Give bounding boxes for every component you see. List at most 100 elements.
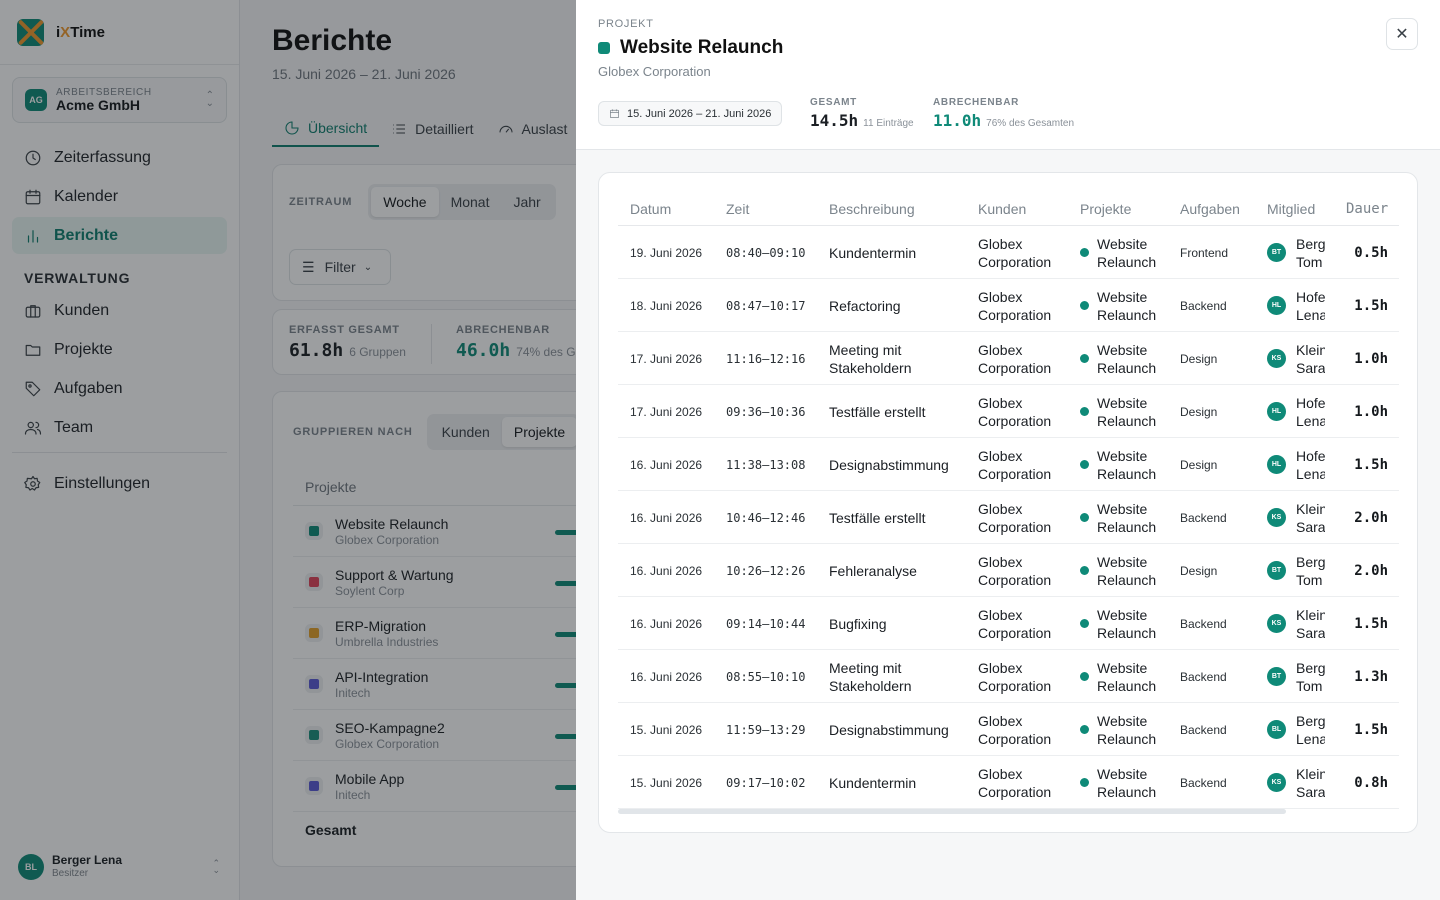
entry-member: KS Klein Sara [1267,491,1325,544]
entry-description: Designabstimmung [829,721,949,738]
table-row[interactable]: 16. Juni 2026 10:26–12:26 Fehleranalyse Glo… [618,544,1399,597]
entry-task: Design [1180,563,1218,578]
avatar: BL [1267,720,1286,739]
table-row[interactable]: 17. Juni 2026 11:16–12:16 Meeting mit Stak… [618,332,1399,385]
table-row[interactable]: 17. Juni 2026 09:36–10:36 Testfälle erstel… [618,385,1399,438]
project-color-dot [1080,778,1089,787]
project-color-dot [1080,725,1089,734]
entry-duration: 1.3h [1354,668,1388,685]
table-row[interactable]: 19. Juni 2026 08:40–09:10 Kundentermin Glob… [618,226,1399,279]
entry-duration: 1.5h [1354,615,1388,632]
avatar: KS [1267,508,1286,527]
entry-task: Design [1180,457,1218,472]
entry-date: 19. Juni 2026 [630,245,703,260]
entry-description: Refactoring [829,297,901,314]
entry-description: Kundentermin [829,774,917,791]
table-row[interactable]: 16. Juni 2026 08:55–10:10 Meeting mit Stak… [618,650,1399,703]
entry-member: BLBerger Lena [1267,703,1325,756]
entry-member: BTBerger Tom [1267,226,1325,279]
entry-member: HLHofer Lena [1267,279,1325,332]
avatar: BT [1267,667,1286,686]
entry-task: Backend [1180,669,1227,684]
entry-date: 17. Juni 2026 [630,351,703,366]
entry-task: Backend [1180,510,1227,525]
entry-task: Design [1180,404,1218,419]
entry-client: Globex Corporation [978,341,1052,376]
entry-duration: 1.5h [1354,297,1388,314]
entry-date: 16. Juni 2026 [630,457,703,472]
entry-project: Website Relaunch [1080,491,1176,544]
project-color-dot [1080,460,1089,469]
entry-task: Frontend [1180,245,1229,260]
project-color-dot [1080,566,1089,575]
col-aufgaben: Aufgaben [1180,201,1240,217]
entry-description: Fehleranalyse [829,562,917,579]
panel-header: PROJEKT Website Relaunch Globex Corporat… [576,0,1440,150]
col-kunden: Kunden [978,201,1027,217]
entry-member: KS Klein Sara [1267,332,1325,385]
entry-description: Testfälle erstellt [829,403,926,420]
entry-time: 11:38–13:08 [726,457,806,472]
entry-duration: 0.5h [1354,244,1388,261]
table-row[interactable]: 15. Juni 2026 09:17–10:02 Kundentermin Glob… [618,756,1399,809]
col-datum: Datum [630,201,672,217]
panel-stat-billable: ABRECHENBAR 11.0h 76% des Gesamten [933,97,1074,130]
panel-title: Website Relaunch [598,37,783,59]
entry-date: 15. Juni 2026 [630,775,703,790]
col-beschreibung: Beschreibung [829,201,915,217]
entry-description: Kundentermin [829,244,917,261]
entry-member: HLHofer Lena [1267,385,1325,438]
entry-time: 08:47–10:17 [726,298,806,313]
panel-title-text: Website Relaunch [620,37,784,58]
date-range-chip: 15. Juni 2026 – 21. Juni 2026 [598,101,783,126]
entry-member: BTBerger Tom [1267,650,1325,703]
entry-description: Testfälle erstellt [829,509,926,526]
avatar: HL [1267,296,1286,315]
entry-project: Website Relaunch [1080,544,1176,597]
table-row[interactable]: 16. Juni 2026 11:38–13:08 Designabstimmung… [618,438,1399,491]
col-projekte: Projekte [1080,201,1132,217]
entry-duration: 0.8h [1354,774,1388,791]
table-row[interactable]: 15. Juni 2026 11:59–13:29 Designabstimmung… [618,703,1399,756]
entry-project: Website Relaunch [1080,438,1176,491]
entry-description: Designabstimmung [829,456,949,473]
entry-client: Globex Corporation [978,606,1052,641]
col-zeit: Zeit [726,201,750,217]
panel-stat-billable-label: ABRECHENBAR [933,97,1020,108]
project-detail-panel: PROJEKT Website Relaunch Globex Corporat… [576,0,1440,900]
project-color-dot [1080,354,1089,363]
entry-client: Globex Corporation [978,659,1052,694]
table-row[interactable]: 16. Juni 2026 09:14–10:44 Bugfixing Globex … [618,597,1399,650]
entry-client: Globex Corporation [978,288,1052,323]
horizontal-scrollbar[interactable] [618,809,1286,814]
entry-duration: 1.0h [1354,350,1388,367]
entry-project: Website Relaunch [1080,597,1176,650]
entry-client: Globex Corporation [978,712,1052,747]
entries-table-header: Datum Zeit Beschreibung Kunden Projekte … [618,188,1399,226]
calendar-icon [610,109,619,118]
entry-time: 09:17–10:02 [726,775,806,790]
date-range-text: 15. Juni 2026 – 21. Juni 2026 [627,107,772,120]
project-color-dot [1080,407,1089,416]
entry-time: 09:36–10:36 [726,404,806,419]
entry-description: Meeting mit Stakeholdern [829,341,912,376]
col-dauer: Dauer [1346,201,1389,217]
entry-time: 10:46–12:46 [726,510,806,525]
entry-task: Design [1180,351,1218,366]
entry-client: Globex Corporation [978,235,1052,270]
avatar: KS [1267,773,1286,792]
avatar: KS [1267,614,1286,633]
panel-stat-total: GESAMT 14.5h 11 Einträge [810,97,914,130]
close-button[interactable]: ✕ [1386,18,1418,50]
table-row[interactable]: 16. Juni 2026 10:46–12:46 Testfälle erstel… [618,491,1399,544]
entry-client: Globex Corporation [978,553,1052,588]
avatar: KS [1267,349,1286,368]
entry-date: 16. Juni 2026 [630,616,703,631]
entry-project: Website Relaunch [1080,703,1176,756]
entry-member: KS Klein Sara [1267,597,1325,650]
panel-stat-total-value: 14.5h 11 Einträge [810,111,914,130]
entry-duration: 1.0h [1354,403,1388,420]
entry-task: Backend [1180,616,1227,631]
panel-stat-billable-value: 11.0h 76% des Gesamten [933,111,1074,130]
table-row[interactable]: 18. Juni 2026 08:47–10:17 Refactoring Globe… [618,279,1399,332]
